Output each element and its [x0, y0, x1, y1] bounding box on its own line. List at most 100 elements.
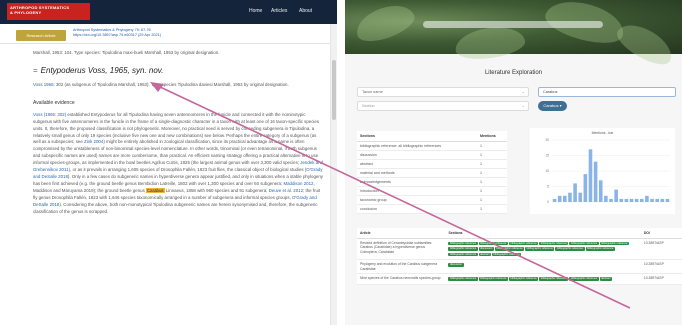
article-scrollbar[interactable] — [330, 24, 337, 325]
chart-bar[interactable] — [639, 198, 644, 202]
chevron-down-icon: ▾ — [559, 103, 562, 108]
mentions-chart: 20 15 10 5 0 Mentions - bar — [530, 128, 675, 214]
chart-bar[interactable] — [629, 198, 634, 202]
chart-bar[interactable] — [552, 198, 557, 202]
results-table: Article Sections DOI Revised definition … — [357, 228, 682, 286]
chart-bar[interactable] — [609, 198, 613, 202]
mentions-header[interactable]: Mentions — [477, 131, 507, 142]
section-name-cell: bibliographic reference: all bibliograph… — [357, 141, 477, 151]
section-tag[interactable]: bibliographic reference — [569, 241, 599, 246]
section-tag[interactable]: bibliographic reference — [508, 241, 539, 246]
explore-button[interactable]: Carabus ▾ — [538, 101, 567, 111]
reference-link[interactable]: Deuve et al. 2012 — [269, 188, 303, 193]
nav-home-link[interactable]: Home — [249, 8, 262, 14]
section-tag[interactable]: bibliographic reference — [448, 241, 478, 246]
y-tick-label: 20 — [545, 138, 549, 142]
species-heading-text: Entypoderus Voss, 1965, syn. nov. — [40, 65, 164, 75]
section-tag[interactable]: bibliographic reference — [448, 252, 478, 257]
reference-link[interactable]: Zink 2004 — [84, 139, 103, 144]
nav-articles-link[interactable]: Articles — [271, 8, 287, 14]
section-tag[interactable]: bibliographic reference — [448, 277, 478, 282]
section-tag[interactable]: discussion — [448, 263, 464, 267]
article-type-badge[interactable]: Research Article — [16, 30, 66, 41]
chart-bar[interactable] — [588, 149, 593, 202]
section-tag[interactable]: abstract — [599, 277, 612, 282]
mentions-cell: 1 — [477, 195, 507, 205]
article-header[interactable]: Article — [357, 228, 446, 239]
section-tag[interactable]: bibliographic reference — [508, 277, 539, 282]
table-row[interactable]: Nine species of the Carabus nemoralis sp… — [357, 273, 682, 286]
reference-link[interactable]: Maddison 2012 — [283, 181, 313, 186]
section-tag[interactable]: bibliographic reference — [491, 252, 522, 257]
chart-bar[interactable] — [568, 192, 572, 202]
table-row[interactable]: taxonomic group 1 — [357, 195, 507, 205]
chart-bar[interactable] — [598, 180, 603, 202]
field-select[interactable]: Taxon name ⌄ — [357, 87, 529, 97]
section-name-cell: acknowledgements — [357, 177, 477, 187]
article-cell[interactable]: Revised definition of Cerambycidae subfa… — [357, 238, 446, 261]
section-tag[interactable]: bibliographic reference — [539, 277, 569, 282]
section-tag[interactable]: discussion — [478, 247, 494, 251]
doi-cell[interactable]: 10.3897/ASP — [640, 238, 682, 261]
sections-col-header[interactable]: Sections — [445, 228, 641, 239]
section-tag[interactable]: bibliographic reference — [539, 241, 569, 246]
section-tag[interactable]: abstract — [478, 252, 491, 257]
chart-bar[interactable] — [563, 195, 567, 202]
chart-bar[interactable] — [655, 198, 659, 202]
section-tag[interactable]: bibliographic reference — [448, 247, 478, 251]
chart-bar[interactable] — [573, 183, 577, 202]
reference-link[interactable]: Voss (1965: 302) — [33, 112, 66, 117]
section-tag[interactable]: bibliographic reference — [599, 241, 629, 246]
y-tick-label: 15 — [545, 154, 549, 158]
chart-bar[interactable] — [583, 174, 588, 202]
chart-bar[interactable] — [604, 195, 608, 202]
sections-header[interactable]: Sections — [357, 131, 477, 142]
article-scrollbar-thumb[interactable] — [332, 60, 336, 120]
chart-bar[interactable] — [578, 192, 583, 202]
chart-bar[interactable] — [665, 198, 670, 202]
section-tag[interactable]: bibliographic reference — [478, 277, 508, 282]
table-row[interactable]: bibliographic reference: all bibliograph… — [357, 141, 507, 151]
search-input[interactable]: Carabus — [538, 87, 676, 97]
article-cell[interactable]: Phylogeny and evolution of the Carabus s… — [357, 259, 446, 275]
sections-tags-cell: discussion — [445, 259, 641, 275]
chart-bar[interactable] — [557, 195, 562, 202]
journal-header: ARTHROPOD SYSTEMATICS & PHYLOGENY Home A… — [0, 0, 337, 24]
explorer-title: Literature Exploration — [484, 70, 543, 76]
table-row[interactable]: acknowledgements 1 — [357, 177, 507, 187]
section-tag[interactable]: bibliographic reference — [525, 247, 555, 251]
leaf-shape — [453, 23, 527, 63]
chart-bar[interactable] — [619, 198, 624, 202]
chart-bar[interactable] — [660, 198, 665, 202]
table-row[interactable]: abstract 1 — [357, 159, 507, 169]
voss-reference-link[interactable]: Voss 1965 — [33, 82, 54, 87]
table-row[interactable]: introduction 1 — [357, 186, 507, 196]
pane-divider — [337, 0, 345, 325]
doi-header[interactable]: DOI — [640, 228, 682, 239]
section-tag[interactable]: bibliographic reference — [555, 247, 585, 251]
nav-about-link[interactable]: About — [299, 8, 312, 14]
journal-logo[interactable]: ARTHROPOD SYSTEMATICS & PHYLOGENY — [7, 3, 90, 20]
section-tag[interactable]: bibliographic reference — [569, 277, 599, 282]
citation-doi[interactable]: https://doi.org/10.3897/asp.79.e60317 (2… — [73, 33, 213, 38]
chart-bar[interactable] — [593, 161, 598, 202]
table-row[interactable]: conclusion 1 — [357, 204, 507, 214]
section-tag[interactable]: bibliographic reference — [494, 247, 525, 251]
chart-bar[interactable] — [624, 198, 629, 202]
chart-bar[interactable] — [614, 189, 618, 202]
section-select[interactable]: Section ⌄ — [357, 101, 529, 111]
banner-search-bar[interactable] — [423, 21, 603, 28]
doi-cell[interactable]: 10.3897/ASP — [640, 259, 682, 275]
table-row[interactable]: Revised definition of Cerambycidae subfa… — [357, 238, 682, 261]
section-tag[interactable]: bibliographic reference — [478, 241, 508, 246]
article-cell[interactable]: Nine species of the Carabus nemoralis sp… — [357, 273, 446, 286]
mentions-cell: 1 — [477, 204, 507, 214]
table-row[interactable]: discussion 1 — [357, 150, 507, 160]
doi-cell[interactable]: 10.3897/ASP — [640, 273, 682, 286]
chart-bar[interactable] — [645, 195, 649, 202]
chart-bar[interactable] — [634, 198, 639, 202]
chart-bar[interactable] — [650, 198, 654, 202]
table-row[interactable]: material and methods 1 — [357, 168, 507, 178]
section-tag[interactable]: bibliographic reference — [585, 247, 615, 251]
table-row[interactable]: Phylogeny and evolution of the Carabus s… — [357, 259, 682, 275]
